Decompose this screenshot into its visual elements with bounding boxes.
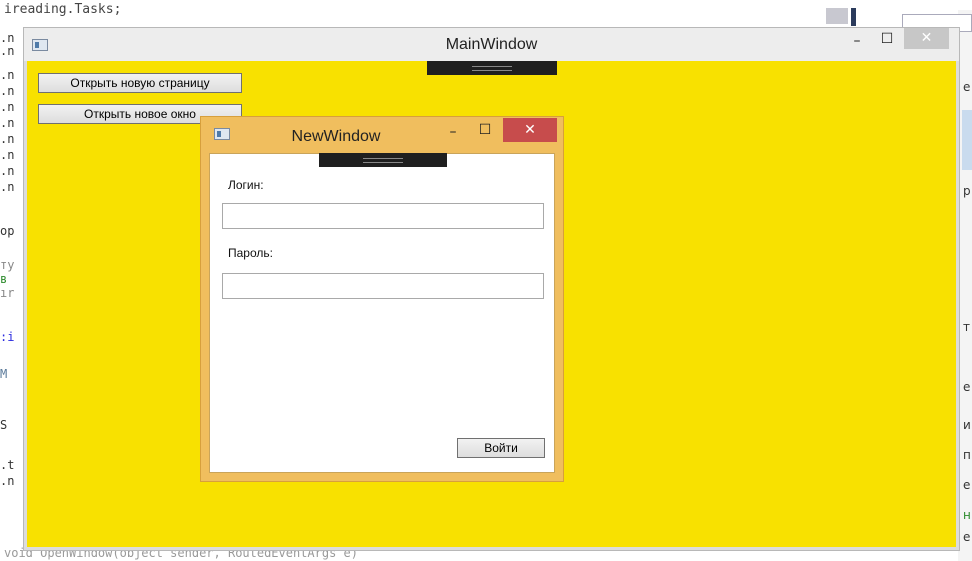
side-panel-fragment: п xyxy=(963,448,971,462)
password-input[interactable] xyxy=(222,273,544,299)
code-fragment: .n xyxy=(0,84,15,98)
login-input[interactable] xyxy=(222,203,544,229)
side-panel-fragment: e xyxy=(963,530,971,544)
code-fragment: .n xyxy=(0,474,15,488)
code-fragment: .t xyxy=(0,458,15,472)
code-fragment: .n xyxy=(0,132,15,146)
new-window-title: NewWindow xyxy=(291,128,381,145)
code-fragment: .n xyxy=(0,180,15,194)
toolbar-block xyxy=(851,8,856,26)
code-fragment: в xyxy=(0,272,8,286)
debug-toolbar-handle[interactable] xyxy=(427,61,557,75)
open-page-button[interactable]: Открыть новую страницу xyxy=(38,73,242,93)
code-fragment: ту xyxy=(0,258,15,272)
maximize-icon[interactable]: ☐ xyxy=(872,28,902,50)
code-fragment: .n xyxy=(0,116,15,130)
code-fragment: .n xyxy=(0,68,15,82)
close-icon[interactable]: ✕ xyxy=(904,28,949,49)
code-fragment: .n xyxy=(0,100,15,114)
code-fragment: .n xyxy=(0,164,15,178)
minimize-icon[interactable]: – xyxy=(842,30,872,52)
side-panel-fragment: и xyxy=(963,418,971,432)
side-panel-fragment: e xyxy=(963,478,971,492)
main-window-titlebar[interactable]: MainWindow – ☐ ✕ xyxy=(24,28,959,61)
code-fragment: .n xyxy=(0,148,15,162)
new-window: NewWindow – ☐ ✕ Логин: Пароль: Войти xyxy=(200,116,564,482)
side-panel-fragment: н xyxy=(963,508,971,522)
new-window-content: Логин: Пароль: Войти xyxy=(209,153,555,473)
code-fragment: ır xyxy=(0,286,15,300)
main-window-title: MainWindow xyxy=(445,36,538,53)
side-panel-fragment: т xyxy=(963,320,970,334)
side-panel-fragment: p xyxy=(963,184,971,198)
debug-toolbar-handle[interactable] xyxy=(319,153,447,167)
code-fragment: .n xyxy=(0,31,15,45)
close-icon[interactable]: ✕ xyxy=(503,118,557,142)
login-submit-button[interactable]: Войти xyxy=(457,438,545,458)
code-fragment: :i xyxy=(0,330,15,344)
toolbar-block xyxy=(826,8,848,24)
code-line-top: ireading.Tasks; xyxy=(4,2,122,17)
maximize-icon[interactable]: ☐ xyxy=(470,119,500,141)
code-fragment: .n xyxy=(0,44,15,58)
login-label: Логин: xyxy=(228,178,264,192)
side-panel-selection xyxy=(962,110,972,170)
password-label: Пароль: xyxy=(228,246,273,260)
code-fragment: ор xyxy=(0,224,15,238)
code-fragment: М xyxy=(0,367,8,381)
side-panel-fragment: e xyxy=(963,80,971,94)
side-panel-fragment: e xyxy=(963,380,971,394)
minimize-icon[interactable]: – xyxy=(438,121,468,143)
code-fragment: S xyxy=(0,418,8,432)
